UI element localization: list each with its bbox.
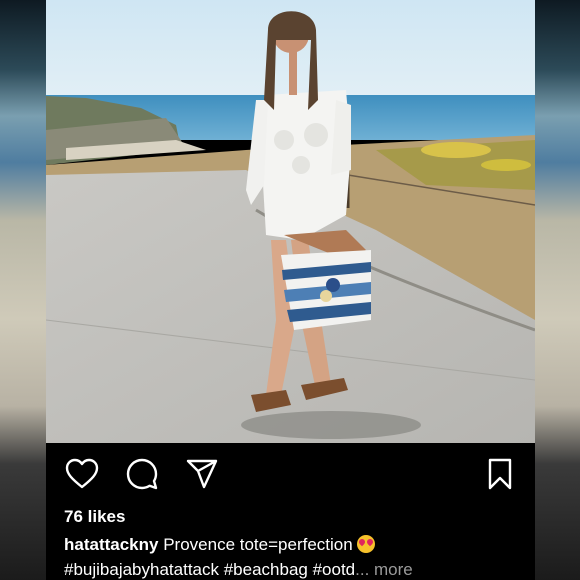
post-caption: hatattackny Provence tote=perfection — [64, 535, 375, 555]
photo-illustration — [46, 0, 535, 443]
username-link[interactable]: hatattackny — [64, 535, 158, 554]
hashtags[interactable]: #bujibajabyhatattack #beachbag #ootd — [64, 560, 355, 579]
save-button[interactable] — [482, 456, 518, 492]
heart-icon — [65, 458, 99, 489]
share-button[interactable] — [184, 456, 220, 492]
more-link[interactable]: ... more — [355, 560, 413, 579]
blurred-backdrop-left — [0, 0, 46, 580]
bookmark-icon — [488, 458, 512, 490]
heart-eyes-emoji-icon — [356, 535, 375, 553]
caption-text: Provence tote=perfection — [158, 535, 353, 554]
comment-button[interactable] — [124, 456, 160, 492]
like-button[interactable] — [64, 456, 100, 492]
post-photo[interactable] — [46, 0, 535, 443]
blurred-backdrop-right — [535, 0, 580, 580]
instagram-post: 76 likes hatattackny Provence tote=perfe… — [46, 0, 535, 580]
likes-count[interactable]: 76 likes — [64, 507, 125, 527]
comment-icon — [126, 458, 158, 490]
caption-hashtags-line: #bujibajabyhatattack #beachbag #ootd... … — [64, 560, 413, 580]
send-icon — [186, 459, 218, 489]
post-actions-bar — [46, 456, 535, 496]
